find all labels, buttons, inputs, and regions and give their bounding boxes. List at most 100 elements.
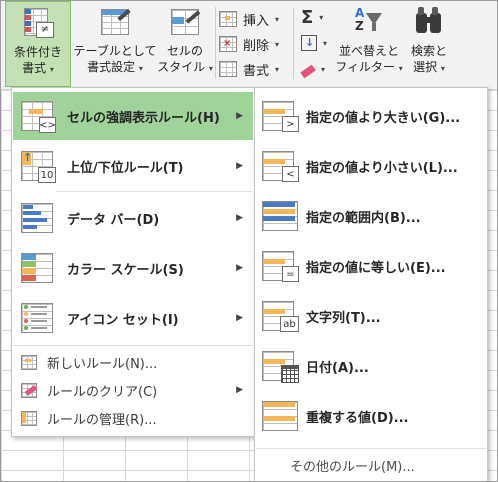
menu-item-color-scales[interactable]: カラー スケール(S) ▶ [13,244,253,292]
chevron-down-icon: ▾ [321,64,326,74]
chevron-down-icon: ▾ [208,64,213,73]
insert-button[interactable]: 挿入 ▾ [219,9,279,29]
submenu-item-between[interactable]: 指定の範囲内(B)... [256,192,486,240]
menu-item-label: ルールの管理(R)... [47,412,157,428]
menu-item-label: アイコン セット(I) [67,312,179,328]
submenu-item-equal-to[interactable]: = 指定の値に等しい(E)... [256,242,486,290]
menu-item-highlight-cells-rules[interactable]: <> セルの強調表示ルール(H) ▶ [13,92,253,140]
menu-item-label: 新しいルール(N)... [47,356,158,372]
clear-button[interactable]: ▾ [300,59,326,79]
menu-item-manage-rules[interactable]: ルールの管理(R)... [13,406,253,430]
submenu-item-label: 指定の値に等しい(E)... [306,260,446,276]
data-bars-icon [21,201,55,235]
badge-text: = [282,266,299,282]
format-cells-button[interactable]: 書式 ▾ [219,59,279,79]
chevron-down-icon: ▾ [323,38,328,48]
conditional-formatting-button[interactable]: ≠ 条件付き 書式 ▾ [5,1,71,87]
submenu-item-label: 文字列(T)... [306,310,381,326]
ribbon-separator [215,7,216,79]
icon-sets-icon [21,301,55,335]
cell-styles-button[interactable]: セルの スタイル ▾ [157,1,213,87]
format-as-table-label-2: 書式設定 [87,60,136,74]
menu-separator [13,345,253,346]
binoculars-icon [413,7,445,39]
submenu-item-label: 指定の値より大きい(G)... [306,110,461,126]
submenu-item-label: 日付(A)... [306,360,369,376]
sort-filter-button[interactable]: A Z 並べ替えと フィルター ▾ [335,1,403,87]
eraser-icon [300,64,316,78]
format-as-table-label-1: テーブルとして [73,44,157,58]
chevron-right-icon: ▶ [236,385,243,395]
color-scales-icon [21,251,55,285]
menu-item-label: カラー スケール(S) [67,262,184,278]
format-as-table-icon [99,7,131,39]
ribbon-separator [293,7,294,79]
delete-label: 削除 [243,38,270,54]
equal-to-icon: = [262,249,299,283]
menu-item-top-bottom-rules[interactable]: ↑ 10 上位/下位ルール(T) ▶ [13,142,253,190]
sort-filter-label-1: 並べ替えと [338,44,399,58]
chevron-down-icon: ▾ [275,14,280,24]
between-icon [262,199,298,233]
sort-filter-label-2: フィルター [335,60,395,74]
chevron-down-icon: ▾ [275,39,280,49]
autosum-button[interactable]: Σ ▾ [301,6,324,28]
submenu-item-less-than[interactable]: < 指定の値より小さい(L)... [256,142,486,190]
submenu-item-date-occurring[interactable]: 日付(A)... [256,342,486,390]
conditional-formatting-menu: <> セルの強調表示ルール(H) ▶ ↑ 10 上位/下位ルール(T) ▶ デー… [11,87,255,437]
date-occurring-icon [262,349,299,383]
ribbon-home-styles-editing: ≠ 条件付き 書式 ▾ テーブルとして 書式設定 ▾ セルの スタイル ▾ 挿入… [1,1,497,90]
insert-label: 挿入 [243,13,270,29]
submenu-item-text-contains[interactable]: ab 文字列(T)... [256,292,486,340]
conditional-formatting-label-2: 書式 [22,61,47,75]
submenu-item-more-rules[interactable]: その他のルール(M)... [256,448,486,481]
fill-down-icon: ↓ [301,35,317,51]
submenu-item-greater-than[interactable]: > 指定の値より大きい(G)... [256,92,486,140]
menu-item-clear-rules[interactable]: ルールのクリア(C) ▶ [13,378,253,402]
submenu-footer-label: その他のルール(M)... [290,459,415,475]
submenu-item-label: 重複する値(D)... [306,410,409,426]
badge-text: > [282,116,299,132]
submenu-item-duplicate-values[interactable]: 重複する値(D)... [256,392,486,440]
chevron-down-icon: ▾ [275,64,280,74]
text-contains-icon: ab [262,299,299,333]
sigma-icon: Σ [301,6,314,28]
cell-styles-label-1: セルの [166,44,203,58]
chevron-right-icon: ▶ [236,111,243,121]
conditional-formatting-icon: ≠ [22,8,54,40]
find-select-label-1: 検索と [410,44,447,58]
chevron-right-icon: ▶ [236,213,243,223]
cell-styles-icon [169,7,201,39]
highlight-cells-rules-icon: <> [21,99,56,133]
menu-item-data-bars[interactable]: データ バー(D) ▶ [13,194,253,242]
delete-button[interactable]: × 削除 ▾ [219,34,279,54]
highlight-cells-rules-submenu: > 指定の値より大きい(G)... < 指定の値より小さい(L)... 指定の範… [254,87,488,481]
menu-item-label: 上位/下位ルール(T) [67,160,184,176]
menu-item-label: データ バー(D) [67,212,160,228]
submenu-item-label: 指定の範囲内(B)... [306,210,421,226]
manage-rules-icon [21,410,37,426]
chevron-down-icon: ▾ [319,12,324,22]
menu-item-label: セルの強調表示ルール(H) [67,110,220,126]
chevron-right-icon: ▶ [236,313,243,323]
excel-window: ≠ 条件付き 書式 ▾ テーブルとして 書式設定 ▾ セルの スタイル ▾ 挿入… [0,0,498,482]
menu-item-new-rule[interactable]: 新しいルール(N)... [13,350,253,374]
badge-text: < [282,166,299,182]
cell-styles-label-2: スタイル [157,60,206,74]
sort-filter-icon: A Z [353,7,385,39]
chevron-right-icon: ▶ [236,263,243,273]
less-than-icon: < [262,149,299,183]
chevron-right-icon: ▶ [236,161,243,171]
top-bottom-rules-icon: ↑ 10 [21,149,56,183]
find-select-button[interactable]: 検索と 選択 ▾ [403,1,455,87]
fill-button[interactable]: ↓ ▾ [301,33,327,53]
format-cells-icon [219,61,237,77]
menu-item-icon-sets[interactable]: アイコン セット(I) ▶ [13,294,253,342]
format-as-table-button[interactable]: テーブルとして 書式設定 ▾ [73,1,157,87]
menu-separator [56,191,252,192]
chevron-down-icon: ▾ [440,64,445,73]
conditional-formatting-label-1: 条件付き [13,45,62,59]
find-select-label-2: 選択 [413,60,438,74]
greater-than-icon: > [262,99,299,133]
insert-cells-icon [219,11,237,27]
